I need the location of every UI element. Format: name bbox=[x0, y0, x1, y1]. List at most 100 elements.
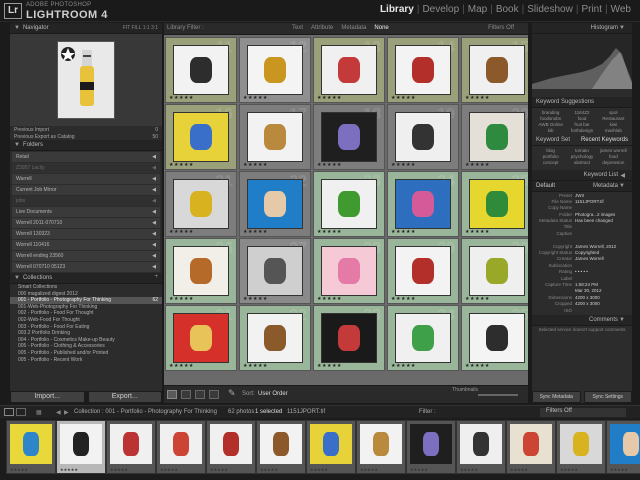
folder-item[interactable]: Z3957 Lacity ◀ bbox=[12, 163, 160, 173]
module-slideshow[interactable]: Slideshow bbox=[524, 4, 576, 15]
metadata-value[interactable] bbox=[575, 237, 629, 242]
keyword-set-item[interactable]: food bbox=[599, 154, 628, 159]
comments-header[interactable]: Comments ▼ bbox=[532, 315, 632, 327]
metadata-view-select[interactable]: Default bbox=[536, 183, 555, 189]
keyword-suggestions-header[interactable]: Keyword Suggestions bbox=[532, 97, 632, 108]
module-develop[interactable]: Develop bbox=[419, 4, 462, 15]
forward-arrow-icon[interactable]: ▶ bbox=[64, 409, 69, 416]
collection-item[interactable]: 001-Web-Photography For Thinking bbox=[10, 304, 162, 311]
filmstrip-thumbnail[interactable]: ★★★★★ bbox=[556, 420, 606, 474]
filter-option-none[interactable]: None bbox=[374, 25, 388, 31]
grid-cell[interactable]: 11★★★★★ bbox=[165, 37, 237, 103]
folder-item[interactable]: Worrell ending 23560 ◀ bbox=[12, 251, 160, 261]
grid-cell[interactable]: 22★★★★★ bbox=[239, 171, 311, 237]
photo-thumbnail[interactable] bbox=[395, 112, 451, 162]
collection-item[interactable]: 002-Web-Food For Thought bbox=[10, 317, 162, 324]
photo-thumbnail[interactable] bbox=[321, 45, 377, 95]
grid-cell[interactable]: 29★★★★★ bbox=[387, 238, 459, 304]
photo-thumbnail[interactable] bbox=[469, 112, 525, 162]
collection-item[interactable]: 004 - Portfolio - Cosmetics Make-up Beau… bbox=[10, 337, 162, 344]
grid-cell[interactable]: 30★★★★★ bbox=[461, 238, 528, 304]
grid-cell[interactable]: 23★★★★★ bbox=[313, 171, 385, 237]
folder-item[interactable]: jobs ◀ bbox=[12, 196, 160, 206]
collection-item[interactable]: 000 magalized digest 2012 bbox=[10, 291, 162, 298]
previous-item[interactable]: Previous Export as Catalog 50 bbox=[10, 133, 162, 140]
grid-icon[interactable]: ▦ bbox=[36, 409, 42, 416]
keyword-set-item[interactable]: depression bbox=[599, 160, 628, 165]
second-window-icon[interactable] bbox=[16, 408, 26, 416]
compare-view-icon[interactable] bbox=[195, 390, 205, 399]
photo-thumbnail[interactable] bbox=[173, 179, 229, 229]
grid-cell[interactable]: 26★★★★★ bbox=[165, 238, 237, 304]
filmstrip-thumbnail[interactable]: ★★★★★ bbox=[306, 420, 356, 474]
grid-cell[interactable]: 14★★★★★ bbox=[387, 37, 459, 103]
folder-item[interactable]: Worrell 130323 ◀ bbox=[12, 229, 160, 239]
photo-thumbnail[interactable] bbox=[395, 246, 451, 296]
keyword-set-select[interactable]: Recent Keywords bbox=[581, 137, 628, 143]
photo-thumbnail[interactable] bbox=[247, 313, 303, 363]
filmstrip-filter-select[interactable]: Filters Off bbox=[540, 408, 626, 417]
metadata-value[interactable]: JWII bbox=[575, 193, 629, 198]
grid-cell[interactable]: 28★★★★★ bbox=[313, 238, 385, 304]
photo-thumbnail[interactable] bbox=[247, 112, 303, 162]
photo-thumbnail[interactable] bbox=[321, 246, 377, 296]
add-collection-icon[interactable]: + bbox=[154, 274, 158, 280]
metadata-value[interactable]: 1:58:24 PM bbox=[575, 282, 629, 287]
collection-item[interactable]: 005 - Portfolio - Recent Work bbox=[10, 357, 162, 364]
photo-thumbnail[interactable] bbox=[321, 179, 377, 229]
keyword-set-item[interactable]: abstract bbox=[567, 160, 596, 165]
keyword-suggestion[interactable]: AWB Online bbox=[536, 122, 565, 127]
filmstrip-thumbnail[interactable]: ★★★★★ bbox=[6, 420, 56, 474]
folder-item[interactable]: Worrell 2011-070710 ◀ bbox=[12, 218, 160, 228]
keyword-suggestion[interactable]: kib bbox=[536, 128, 565, 133]
collection-item[interactable]: 003 - Portfolio - Food For Eating bbox=[10, 324, 162, 331]
photo-thumbnail[interactable] bbox=[469, 246, 525, 296]
grid-cell[interactable]: 20★★★★★ bbox=[461, 104, 528, 170]
source-collection[interactable]: Collection : 001 - Portfolio - Photograp… bbox=[74, 409, 217, 415]
collection-item[interactable]: 003.2 Portfolio Drinking bbox=[10, 330, 162, 337]
grid-cell[interactable]: 18★★★★★ bbox=[313, 104, 385, 170]
metadata-value[interactable] bbox=[575, 224, 629, 229]
folder-item[interactable]: Worrell 110416 ◀ bbox=[12, 240, 160, 250]
back-arrow-icon[interactable]: ◀ bbox=[56, 409, 61, 416]
filter-option-metadata[interactable]: Metadata bbox=[341, 25, 366, 31]
photo-thumbnail[interactable] bbox=[395, 45, 451, 95]
keyword-list-header[interactable]: Keyword List ◀ bbox=[532, 170, 632, 181]
keyword-set-item[interactable]: tomato bbox=[567, 148, 596, 153]
filmstrip-thumbnail[interactable]: ★★★★★ bbox=[406, 420, 456, 474]
grid-cell[interactable]: 16★★★★★ bbox=[165, 104, 237, 170]
filmstrip-thumbnail[interactable]: ★★★★★ bbox=[456, 420, 506, 474]
histogram-header[interactable]: Histogram ▼ bbox=[532, 23, 632, 34]
metadata-value[interactable]: Photogra...2 images bbox=[575, 212, 629, 217]
filmstrip-thumbnail[interactable]: ★★★★★ bbox=[56, 420, 106, 474]
previous-item[interactable]: Previous Import 0 bbox=[10, 126, 162, 133]
filmstrip-thumbnail[interactable]: ★★★★★ bbox=[156, 420, 206, 474]
photo-thumbnail[interactable] bbox=[247, 45, 303, 95]
photo-thumbnail[interactable] bbox=[469, 179, 525, 229]
module-web[interactable]: Web bbox=[608, 4, 634, 15]
folder-item[interactable]: Worrell 070710 05123 ◀ bbox=[12, 262, 160, 272]
filmstrip-thumbnail[interactable]: ★★★★★ bbox=[606, 420, 640, 474]
loupe-view-icon[interactable] bbox=[181, 390, 191, 399]
collection-item[interactable]: 001 - Portfolio - Photography For Thinki… bbox=[10, 297, 162, 304]
keyword-suggestion[interactable]: fruit bar bbox=[567, 122, 596, 127]
grid-cell[interactable]: 27★★★★★ bbox=[239, 238, 311, 304]
metadata-value[interactable] bbox=[575, 276, 629, 281]
filter-option-attribute[interactable]: Attribute bbox=[311, 25, 333, 31]
grid-cell[interactable]: 35★★★★★ bbox=[461, 305, 528, 371]
keyword-suggestion[interactable]: forthdesign bbox=[567, 128, 596, 133]
metadata-value[interactable]: 4200 x 3000 bbox=[575, 301, 629, 306]
module-print[interactable]: Print bbox=[578, 4, 605, 15]
metadata-value[interactable] bbox=[575, 308, 629, 313]
collections-header[interactable]: ▼ Collections + bbox=[10, 273, 162, 284]
photo-thumbnail[interactable] bbox=[395, 313, 451, 363]
metadata-value[interactable]: • • • • • bbox=[575, 269, 629, 274]
module-map[interactable]: Map bbox=[465, 4, 490, 15]
navigator-zoom-levels[interactable]: FIT FILL 1:1 3:1 bbox=[123, 25, 158, 31]
grid-cell[interactable]: 12★★★★★ bbox=[239, 37, 311, 103]
main-window-icon[interactable] bbox=[4, 408, 14, 416]
keyword-suggestion[interactable]: food bbox=[567, 116, 596, 121]
photo-thumbnail[interactable] bbox=[173, 313, 229, 363]
collection-item[interactable]: 005 - Portfolio - Clothing & Accessories bbox=[10, 343, 162, 350]
collection-item[interactable]: Smart Collections bbox=[10, 284, 162, 291]
